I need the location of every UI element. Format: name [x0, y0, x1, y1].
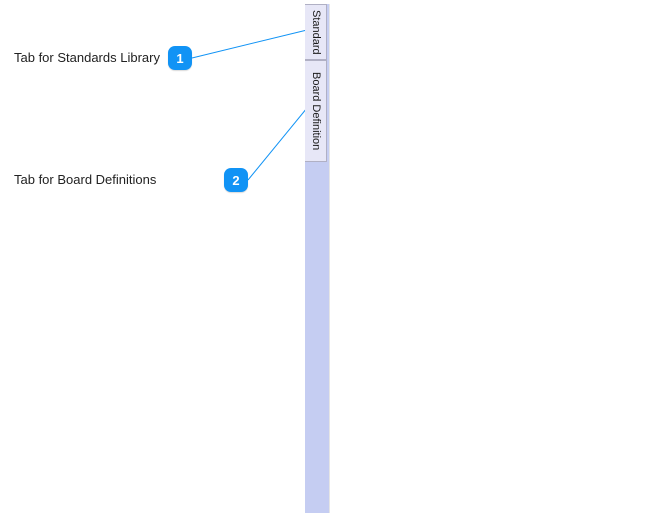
- callout-1-number: 1: [176, 51, 183, 66]
- callout-2-number: 2: [232, 173, 239, 188]
- callout-2-label: Tab for Board Definitions: [14, 172, 156, 187]
- callout-1-badge: 1: [168, 46, 192, 70]
- tab-standard-label: Standard: [310, 10, 321, 55]
- tab-board-definition[interactable]: Board Definition: [305, 60, 327, 162]
- callout-1-label: Tab for Standards Library: [14, 50, 160, 65]
- side-panel: Standard Board Definition: [305, 4, 330, 513]
- tab-standard[interactable]: Standard: [305, 4, 327, 60]
- tab-board-definition-label: Board Definition: [310, 72, 321, 150]
- callout-2-badge: 2: [224, 168, 248, 192]
